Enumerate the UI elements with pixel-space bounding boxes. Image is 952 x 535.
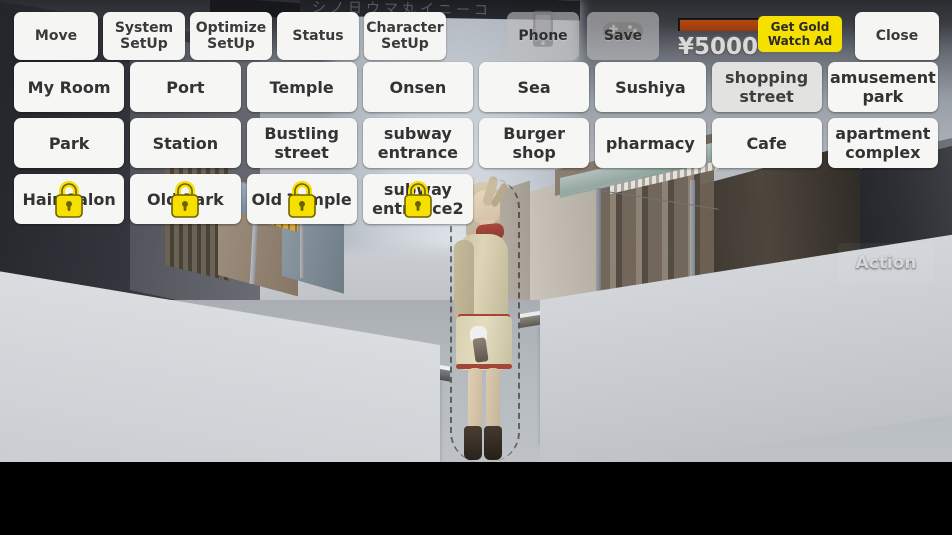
toolbar-button-label: Move <box>34 28 78 44</box>
location-button-label: Onsen <box>389 77 447 97</box>
action-button[interactable]: Action <box>838 243 934 283</box>
toolbar-button-character-setup[interactable]: Character SetUp <box>364 12 446 60</box>
location-button-cafe[interactable]: Cafe <box>711 118 822 168</box>
location-button-label: Old Temple <box>251 189 352 209</box>
location-button-temple[interactable]: Temple <box>246 62 357 112</box>
toolbar-button-save[interactable]: Save <box>587 12 659 60</box>
toolbar-button-close[interactable]: Close <box>855 12 939 60</box>
toolbar-button-label: Character SetUp <box>366 20 444 52</box>
location-button-sushiya[interactable]: Sushiya <box>595 62 706 112</box>
location-button-label: Bustling street <box>264 124 339 162</box>
toolbar-button-phone[interactable]: Phone <box>507 10 579 60</box>
location-button-label: amusement park <box>829 68 936 106</box>
location-button-my-room[interactable]: My Room <box>14 62 125 112</box>
location-button-label: Cafe <box>746 133 787 153</box>
location-button-label: shopping street <box>725 68 809 106</box>
ad-line-2: Watch Ad <box>767 34 833 48</box>
location-button-label: Hair Salon <box>22 189 116 209</box>
location-button-label: Park <box>48 133 90 153</box>
toolbar-button-system-setup[interactable]: System SetUp <box>103 12 185 60</box>
location-button-old-park[interactable]: Old Park <box>130 174 241 224</box>
location-button-sea[interactable]: Sea <box>479 62 590 112</box>
ui-overlay: Move System SetUp Optimize SetUp Status Charac… <box>0 0 952 462</box>
location-button-label: Burger shop <box>503 124 565 162</box>
location-button-port[interactable]: Port <box>130 62 241 112</box>
location-row: My Room Port Temple Onsen Sea Sushiya shopping… <box>0 62 952 112</box>
location-button-apartment-complex[interactable]: apartment complex <box>827 118 938 168</box>
location-button-label: My Room <box>27 77 111 97</box>
location-button-subway-entrance[interactable]: subway entrance <box>362 118 473 168</box>
location-button-label: Sea <box>517 77 551 97</box>
bottom-letterbox <box>0 462 952 535</box>
toolbar-button-label: Save <box>603 28 643 44</box>
toolbar-button-move[interactable]: Move <box>14 12 98 60</box>
get-gold-watch-ad-button[interactable]: Get Gold Watch Ad <box>758 16 842 52</box>
location-button-old-temple[interactable]: Old Temple <box>246 174 357 224</box>
location-button-burger-shop[interactable]: Burger shop <box>479 118 590 168</box>
location-button-station[interactable]: Station <box>130 118 241 168</box>
location-button-hair-salon[interactable]: Hair Salon <box>14 174 125 224</box>
location-button-label: Station <box>152 133 219 153</box>
location-button-label: Sushiya <box>615 77 686 97</box>
location-button-bustling-street[interactable]: Bustling street <box>246 118 357 168</box>
ad-line-1: Get Gold <box>770 20 830 34</box>
location-button-shopping-street[interactable]: shopping street <box>711 62 822 112</box>
toolbar-button-status[interactable]: Status <box>277 12 359 60</box>
money-amount: ¥5000 <box>678 34 759 60</box>
location-button-label: subway entrance <box>377 124 459 162</box>
location-row: Park Station Bustling street subway entrance B… <box>0 118 952 168</box>
location-button-label: Old Park <box>147 189 224 209</box>
toolbar-button-label: Optimize SetUp <box>195 20 267 52</box>
toolbar-button-optimize-setup[interactable]: Optimize SetUp <box>190 12 272 60</box>
location-grid: My Room Port Temple Onsen Sea Sushiya shopping… <box>0 62 952 230</box>
location-button-label: pharmacy <box>605 133 695 153</box>
toolbar-button-label: System SetUp <box>114 20 174 52</box>
location-button-pharmacy[interactable]: pharmacy <box>595 118 706 168</box>
game-screen: シノ日ウマ丸イニーコ Move System SetUp Optimize SetU <box>0 0 952 535</box>
location-button-label: Port <box>166 77 205 97</box>
location-button-label: Temple <box>269 77 334 97</box>
toolbar-button-label: Close <box>875 28 919 44</box>
location-button-park[interactable]: Park <box>14 118 125 168</box>
location-row: Hair Salon Old Park Old Temple subway entran… <box>0 174 952 224</box>
location-button-subway-entrance2[interactable]: subway entrance2 <box>362 174 473 224</box>
location-button-amusement-park[interactable]: amusement park <box>827 62 938 112</box>
location-button-label: subway entrance2 <box>372 180 464 218</box>
location-button-label: apartment complex <box>835 124 931 162</box>
location-button-onsen[interactable]: Onsen <box>362 62 473 112</box>
toolbar-button-label: Phone <box>518 28 568 44</box>
toolbar-button-label: Status <box>292 28 344 44</box>
